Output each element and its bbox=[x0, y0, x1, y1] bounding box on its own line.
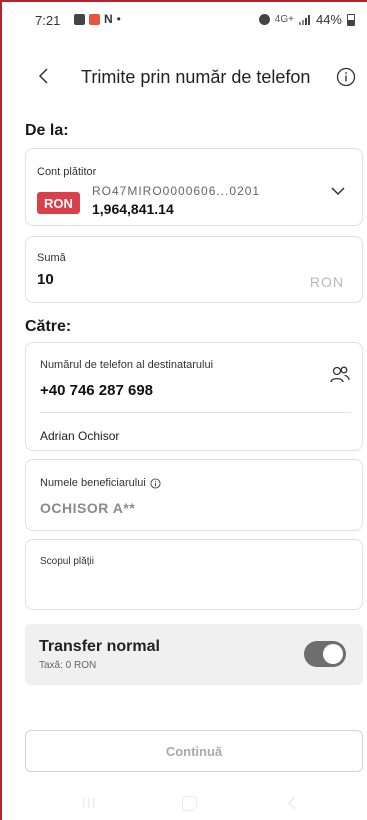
chevron-left-icon bbox=[38, 68, 48, 84]
chevron-down-icon bbox=[331, 187, 345, 196]
back-button[interactable] bbox=[34, 63, 58, 89]
page-title: Trimite prin număr de telefon bbox=[81, 67, 311, 87]
home-icon[interactable] bbox=[182, 796, 197, 811]
amount-currency: RON bbox=[309, 274, 344, 290]
status-time: 7:21 bbox=[35, 13, 61, 28]
recipient-phone-card: Numărul de telefon al destinatarului +40… bbox=[25, 342, 363, 451]
beneficiary-label: Numele beneficiarului bbox=[40, 477, 146, 489]
beneficiary-name-field[interactable]: Numele beneficiarului OCHISOR A** bbox=[25, 459, 363, 531]
account-iban: RO47MIRO0000606...0201 bbox=[92, 184, 261, 198]
payer-account-label: Cont plătitor bbox=[37, 166, 97, 178]
battery-percent: 44% bbox=[315, 12, 342, 27]
transfer-fee: Taxă: 0 RON bbox=[39, 660, 97, 671]
battery-icon bbox=[347, 13, 355, 26]
payment-purpose-field[interactable]: Scopul plății bbox=[25, 539, 363, 610]
app-notification-icon bbox=[89, 13, 100, 25]
amount-label: Sumă bbox=[37, 252, 66, 264]
to-section-label: Către: bbox=[25, 318, 72, 335]
contacts-button[interactable] bbox=[329, 365, 351, 385]
transfer-title: Transfer normal bbox=[39, 638, 160, 655]
system-nav-bar bbox=[2, 792, 367, 820]
transfer-type-row: Transfer normal Taxă: 0 RON bbox=[25, 624, 363, 685]
beneficiary-label-row: Numele beneficiarului bbox=[40, 477, 161, 489]
app-screen: 7:21 N • 4G+ 44% Trimite prin număr de t… bbox=[0, 0, 367, 820]
status-notifications: N • bbox=[74, 12, 121, 26]
from-section-label: De la: bbox=[25, 122, 69, 139]
recents-icon[interactable] bbox=[82, 796, 96, 810]
phone-label: Numărul de telefon al destinatarului bbox=[40, 359, 214, 371]
info-circle-icon[interactable] bbox=[150, 477, 161, 489]
currency-badge: RON bbox=[37, 192, 80, 214]
phone-divider bbox=[40, 412, 351, 413]
status-system-icons: 4G+ 44% bbox=[258, 12, 355, 27]
contact-name: Adrian Ochisor bbox=[40, 429, 120, 443]
network-type: 4G+ bbox=[274, 14, 294, 25]
purpose-label: Scopul plății bbox=[40, 556, 94, 567]
gallery-notification-icon bbox=[74, 13, 85, 25]
transfer-toggle[interactable] bbox=[304, 641, 346, 667]
toggle-knob bbox=[323, 644, 343, 664]
more-notifications-dot: • bbox=[116, 12, 121, 26]
amount-value: 10 bbox=[37, 271, 54, 288]
alarm-icon bbox=[258, 14, 270, 25]
info-button[interactable] bbox=[336, 67, 356, 87]
contacts-icon bbox=[330, 366, 350, 383]
amount-field[interactable]: Sumă 10 RON bbox=[25, 236, 363, 303]
phone-value[interactable]: +40 746 287 698 bbox=[40, 382, 153, 399]
status-bar: 7:21 N • 4G+ 44% bbox=[2, 2, 367, 38]
account-balance: 1,964,841.14 bbox=[92, 201, 174, 217]
app-header: Trimite prin număr de telefon bbox=[2, 60, 367, 96]
signal-icon bbox=[298, 14, 310, 25]
beneficiary-value: OCHISOR A** bbox=[40, 500, 136, 516]
payer-account-selector[interactable]: Cont plătitor RON RO47MIRO0000606...0201… bbox=[25, 148, 363, 226]
nav-back-icon[interactable] bbox=[286, 795, 298, 811]
continue-button[interactable]: Continuă bbox=[25, 730, 363, 772]
info-circle-icon bbox=[336, 67, 356, 87]
n-notification-icon: N bbox=[104, 12, 113, 26]
